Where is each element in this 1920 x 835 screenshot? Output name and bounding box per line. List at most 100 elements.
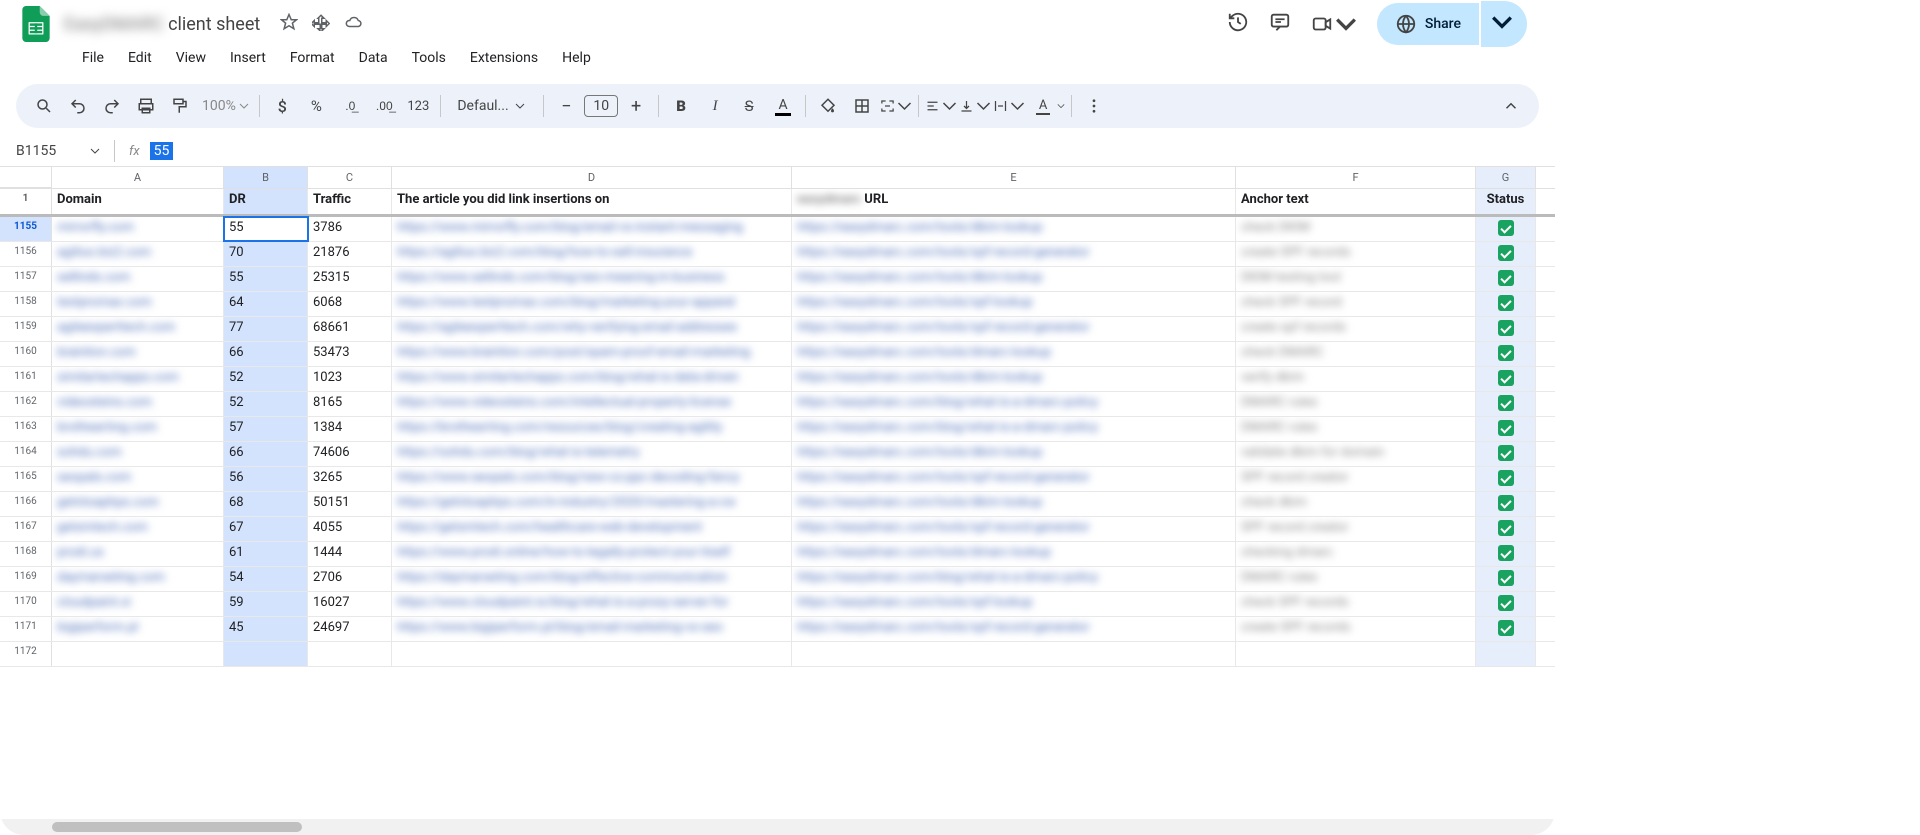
star-icon[interactable] — [280, 13, 298, 35]
col-header[interactable]: E — [792, 167, 1236, 188]
percent-icon[interactable]: % — [300, 90, 332, 122]
cell[interactable]: sohdu.com — [52, 442, 224, 466]
cell[interactable]: 6068 — [308, 292, 392, 316]
currency-icon[interactable]: $ — [266, 90, 298, 122]
cell[interactable]: 2706 — [308, 567, 392, 591]
merge-icon[interactable] — [880, 90, 912, 122]
cell[interactable] — [1476, 517, 1536, 541]
cell[interactable]: https://easydmarc.com/tools/spf-record-g… — [792, 617, 1236, 641]
cell[interactable]: https://www.videosteins.com/intellectual… — [392, 392, 792, 416]
cell[interactable]: https://sohdu.com/blog/what-is-telemetry — [392, 442, 792, 466]
increase-decimal-icon[interactable]: .00̲ — [368, 90, 400, 122]
row-header[interactable]: 1163 — [0, 417, 52, 441]
row-header[interactable]: 1 — [0, 189, 52, 214]
comment-icon[interactable] — [1269, 11, 1291, 37]
cell[interactable]: create SPF records — [1236, 242, 1476, 266]
row-header[interactable]: 1160 — [0, 342, 52, 366]
cell[interactable]: https://www.seopals.com/blog/new-cs-ppc-… — [392, 467, 792, 491]
cell[interactable]: https://easydmarc.com/tools/spf-record-g… — [792, 517, 1236, 541]
cell[interactable]: brainlion.com — [52, 342, 224, 366]
cell[interactable]: create spf records — [1236, 317, 1476, 341]
cell[interactable] — [52, 642, 224, 666]
cell[interactable]: https://www.mirrorfly.com/blog/email-vs-… — [392, 217, 792, 241]
cell[interactable]: check SPF record — [1236, 292, 1476, 316]
cell[interactable]: 52 — [224, 392, 308, 416]
row-header[interactable]: 1168 — [0, 542, 52, 566]
cell[interactable]: 45 — [224, 617, 308, 641]
menu-tools[interactable]: Tools — [402, 44, 456, 72]
row-header[interactable]: 1162 — [0, 392, 52, 416]
cell[interactable]: https://www.textpromax.com/blog/marketin… — [392, 292, 792, 316]
more-icon[interactable] — [1078, 90, 1110, 122]
cell[interactable] — [1236, 642, 1476, 666]
cell[interactable]: https://easydmarc.com/tools/dmarc-lookup — [792, 342, 1236, 366]
undo-icon[interactable] — [62, 90, 94, 122]
menu-file[interactable]: File — [72, 44, 114, 72]
cell[interactable]: daymarseting.com — [52, 567, 224, 591]
row-header[interactable]: 1172 — [0, 642, 52, 666]
cell[interactable]: https://easydmarc.com/tools/spf-record-g… — [792, 242, 1236, 266]
col-header[interactable]: G — [1476, 167, 1536, 188]
cell[interactable]: https://www.bigiperform.pl/blog/email-ma… — [392, 617, 792, 641]
cell[interactable]: check DMARC — [1236, 342, 1476, 366]
cell[interactable]: 16027 — [308, 592, 392, 616]
cell[interactable]: seopals.com — [52, 467, 224, 491]
cell[interactable]: 53473 — [308, 342, 392, 366]
print-icon[interactable] — [130, 90, 162, 122]
cell[interactable]: https://easydmarc.com/tools/dkim-lookup — [792, 442, 1236, 466]
cell-reference[interactable]: B1155 — [10, 143, 100, 159]
row-header[interactable]: 1171 — [0, 617, 52, 641]
row-header[interactable]: 1155 — [0, 217, 52, 241]
cell[interactable]: brothearting.com — [52, 417, 224, 441]
col-header[interactable]: F — [1236, 167, 1476, 188]
cell[interactable] — [1476, 417, 1536, 441]
cell[interactable]: Anchor text — [1236, 189, 1476, 214]
cell[interactable]: getsmtech.com — [52, 517, 224, 541]
cell[interactable]: checking dmarc — [1236, 542, 1476, 566]
select-all-corner[interactable] — [0, 167, 52, 188]
cell[interactable] — [1476, 467, 1536, 491]
valign-icon[interactable] — [959, 90, 991, 122]
menu-extensions[interactable]: Extensions — [460, 44, 548, 72]
row-header[interactable]: 1158 — [0, 292, 52, 316]
cell[interactable]: 61 — [224, 542, 308, 566]
cell[interactable] — [1476, 292, 1536, 316]
cell[interactable]: 64 — [224, 292, 308, 316]
cell[interactable]: https://easydmarc.com/blog/what-is-a-dma… — [792, 392, 1236, 416]
cell[interactable] — [1476, 267, 1536, 291]
borders-icon[interactable] — [846, 90, 878, 122]
fill-color-icon[interactable] — [812, 90, 844, 122]
share-button[interactable]: Share — [1377, 3, 1479, 45]
history-icon[interactable] — [1227, 11, 1249, 37]
cell[interactable]: https://easydmarc.com/tools/spf-record-g… — [792, 317, 1236, 341]
cell[interactable]: DMARC rules — [1236, 567, 1476, 591]
cell[interactable]: check SPF records — [1236, 592, 1476, 616]
cell[interactable]: 70 — [224, 242, 308, 266]
cell[interactable]: validate dkim for domain — [1236, 442, 1476, 466]
cell[interactable]: agiliux.biz2.com — [52, 242, 224, 266]
cell[interactable]: https://www.sellinds.com/blog/seo-meanin… — [392, 267, 792, 291]
cell[interactable] — [1476, 342, 1536, 366]
row-header[interactable]: 1164 — [0, 442, 52, 466]
cell[interactable]: textpromax.com — [52, 292, 224, 316]
wrap-icon[interactable] — [993, 90, 1025, 122]
horizontal-scrollbar[interactable] — [0, 819, 1555, 835]
menu-help[interactable]: Help — [552, 44, 601, 72]
cell[interactable]: DMARC rules — [1236, 417, 1476, 441]
cell[interactable]: https://brothearting.com/resources/blog/… — [392, 417, 792, 441]
cell[interactable] — [224, 642, 308, 666]
cell[interactable]: 3786 — [308, 217, 392, 241]
increase-font-icon[interactable]: + — [620, 90, 652, 122]
cell[interactable]: DR — [224, 189, 308, 214]
cell[interactable]: https://getntoaphps.com/in-industry/2020… — [392, 492, 792, 516]
cell[interactable]: check DKIM — [1236, 217, 1476, 241]
cell[interactable]: https://www.brainlion.com/post/spam-proo… — [392, 342, 792, 366]
cell[interactable]: 54 — [224, 567, 308, 591]
move-icon[interactable] — [312, 13, 330, 35]
cell[interactable] — [1476, 317, 1536, 341]
cell[interactable]: 1023 — [308, 367, 392, 391]
menu-edit[interactable]: Edit — [118, 44, 162, 72]
cell[interactable]: https://www.prodi.online/how-to-legally-… — [392, 542, 792, 566]
menu-view[interactable]: View — [166, 44, 216, 72]
cell[interactable] — [1476, 592, 1536, 616]
